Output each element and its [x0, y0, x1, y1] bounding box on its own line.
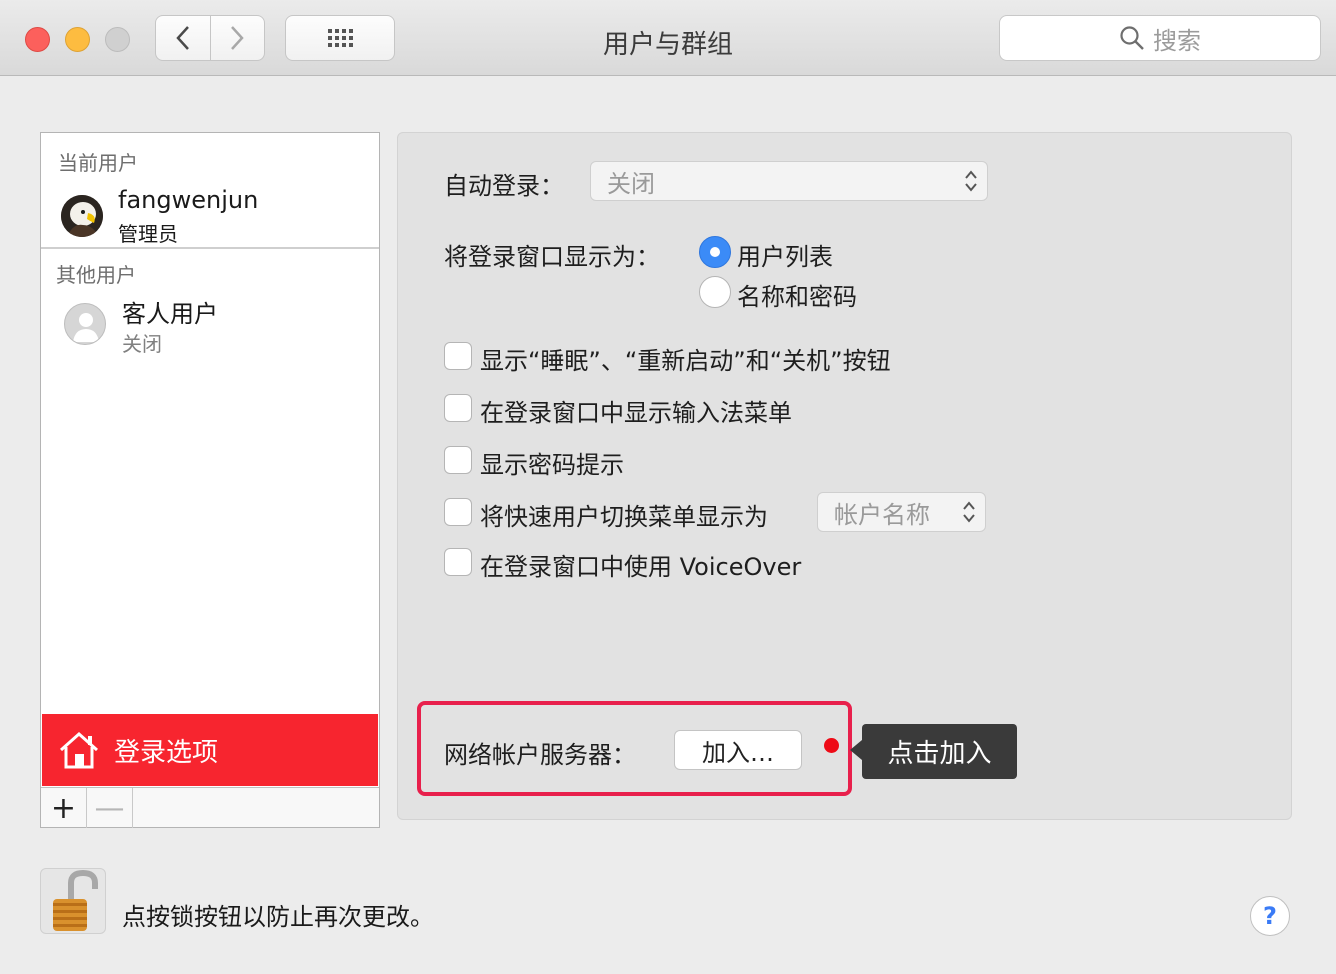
remove-user-button[interactable]: —: [87, 788, 133, 828]
house-icon: [60, 731, 98, 769]
current-user-role: 管理员: [118, 222, 178, 246]
eagle-avatar: [61, 195, 103, 237]
checkbox-password-hint-label: 显示密码提示: [480, 451, 624, 479]
title-bar: 用户与群组 搜索: [0, 0, 1336, 76]
radio-user-list-label: 用户列表: [737, 243, 833, 271]
updown-chevron-icon: [963, 501, 975, 523]
add-user-button[interactable]: +: [41, 788, 87, 828]
display-login-label: 将登录窗口显示为：: [444, 243, 660, 271]
checkbox-show-sleep-restart-label: 显示“睡眠”、“重新启动”和“关机”按钮: [480, 347, 891, 375]
sidebar-toolbar: + —: [41, 787, 379, 828]
search-icon: [1120, 26, 1144, 50]
other-users-heading: 其他用户: [56, 263, 136, 287]
checkbox-input-menu[interactable]: [444, 394, 472, 422]
radio-user-list[interactable]: [699, 236, 731, 268]
lock-button[interactable]: [40, 868, 106, 934]
default-avatar-icon: [64, 303, 106, 345]
checkbox-voiceover[interactable]: [444, 548, 472, 576]
updown-chevron-icon: [965, 170, 977, 192]
auto-login-value: 关闭: [607, 169, 655, 198]
annotation-dot: [824, 738, 839, 753]
auto-login-popup[interactable]: 关闭: [590, 161, 988, 201]
login-options-item[interactable]: 登录选项: [42, 714, 378, 786]
current-users-heading: 当前用户: [58, 151, 138, 175]
fast-switch-popup[interactable]: 帐户名称: [817, 492, 986, 532]
divider: [41, 247, 379, 249]
guest-user-name: 客人用户: [122, 300, 218, 328]
radio-name-password[interactable]: [699, 276, 731, 308]
tooltip-arrow: [850, 740, 862, 760]
search-field[interactable]: 搜索: [999, 15, 1321, 61]
unlocked-padlock-icon: [53, 869, 98, 931]
checkbox-fast-user-switching[interactable]: [444, 498, 472, 526]
annotation-tooltip: 点击加入: [862, 724, 1017, 779]
users-sidebar: 当前用户 fangwenjun 管理员 其他用户 客人用户 关闭 登录选项 + …: [40, 132, 380, 828]
guest-user-status: 关闭: [122, 332, 162, 356]
checkbox-show-sleep-restart[interactable]: [444, 342, 472, 370]
search-placeholder: 搜索: [1153, 26, 1201, 55]
login-options-label: 登录选项: [114, 737, 219, 768]
lock-hint-text: 点按锁按钮以防止再次更改。: [122, 903, 434, 931]
checkbox-input-menu-label: 在登录窗口中显示输入法菜单: [480, 399, 792, 427]
help-button[interactable]: ?: [1250, 896, 1290, 936]
current-user-name: fangwenjun: [118, 186, 259, 214]
checkbox-fast-user-switching-label: 将快速用户切换菜单显示为: [480, 503, 768, 531]
radio-name-password-label: 名称和密码: [737, 283, 857, 311]
join-button[interactable]: 加入…: [674, 730, 802, 770]
auto-login-label: 自动登录：: [444, 172, 564, 200]
checkbox-password-hint[interactable]: [444, 446, 472, 474]
network-server-label: 网络帐户服务器：: [444, 741, 636, 769]
fast-switch-value: 帐户名称: [834, 500, 930, 529]
checkbox-voiceover-label: 在登录窗口中使用 VoiceOver: [480, 553, 802, 581]
